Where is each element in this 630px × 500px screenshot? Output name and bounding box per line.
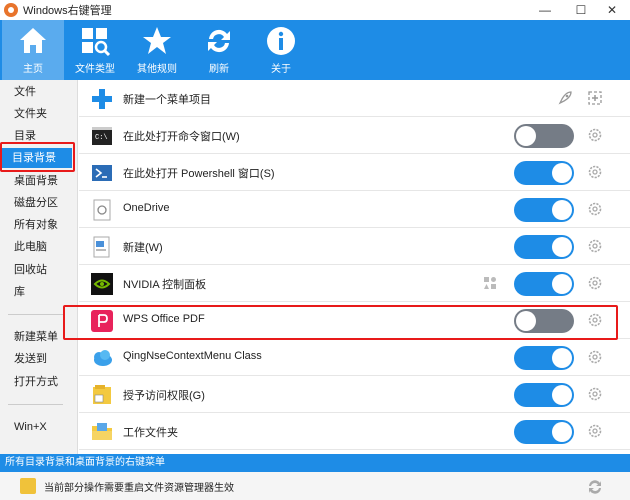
sidebar-item-open-with[interactable]: 打开方式 xyxy=(0,372,78,392)
gear-icon[interactable] xyxy=(587,349,603,365)
share-icon xyxy=(93,385,111,404)
category-sidebar: 文件 文件夹 目录 目录背景 桌面背景 磁盘分区 所有对象 此电脑 回收站 库 … xyxy=(0,80,78,454)
menu-item-toggle[interactable] xyxy=(514,198,574,222)
gear-icon[interactable] xyxy=(587,275,603,291)
toolbar-home-label: 主页 xyxy=(23,64,43,75)
menu-item-row[interactable]: 工作文件夹 xyxy=(79,413,630,450)
sidebar-item-win-x[interactable]: Win+X xyxy=(0,417,78,437)
gear-icon[interactable] xyxy=(587,201,603,217)
sidebar-item-recycle-bin[interactable]: 回收站 xyxy=(0,260,78,280)
toolbar-home-button[interactable]: 主页 xyxy=(2,20,64,80)
menu-item-label: QingNseContextMenu Class xyxy=(123,350,262,362)
menu-item-row[interactable]: 在此处打开 Powershell 窗口(S) xyxy=(79,154,630,191)
menu-items-panel: 新建一个菜单项目 C:\ 在此处打开命令窗口(W) 在此处打开 Powershe… xyxy=(79,80,630,454)
wps-row-highlight xyxy=(63,305,618,340)
onedrive-icon xyxy=(93,199,111,221)
new-icon xyxy=(93,236,110,258)
toggle-knob xyxy=(552,163,572,183)
sidebar-selection-highlight xyxy=(0,142,75,172)
menu-item-toggle[interactable] xyxy=(514,420,574,444)
gear-icon[interactable] xyxy=(587,127,603,143)
toolbar-other-rules-button[interactable]: 其他规则 xyxy=(126,20,188,80)
toolbar-file-types-label: 文件类型 xyxy=(75,64,115,75)
menu-item-row[interactable]: NVIDIA 控制面板 xyxy=(79,265,630,302)
toggle-knob xyxy=(516,126,536,146)
menu-item-row[interactable]: OneDrive xyxy=(79,191,630,228)
restart-notice-text: 当前部分操作需要重启文件资源管理器生效 xyxy=(44,482,234,494)
toggle-knob xyxy=(552,237,572,257)
minimize-button[interactable]: — xyxy=(527,0,563,20)
sidebar-item-folder[interactable]: 文件夹 xyxy=(0,104,78,124)
svg-text:C:\: C:\ xyxy=(95,134,108,142)
sidebar-divider xyxy=(8,314,63,315)
menu-item-label: OneDrive xyxy=(123,202,170,214)
menu-item-toggle[interactable] xyxy=(514,161,574,185)
menu-item-toggle[interactable] xyxy=(514,124,574,148)
powershell-icon xyxy=(92,165,112,181)
app-logo-icon xyxy=(4,3,18,17)
sidebar-item-this-pc[interactable]: 此电脑 xyxy=(0,237,78,257)
cloud-icon xyxy=(94,350,112,366)
home-icon xyxy=(20,28,46,53)
menu-item-row[interactable]: 授予访问权限(G) xyxy=(79,376,630,413)
cmd-icon: C:\ xyxy=(92,127,112,145)
toolbar-refresh-button[interactable]: 刷新 xyxy=(188,20,250,80)
main-toolbar: 主页 文件类型 其他规则 刷新 关于 xyxy=(0,20,630,80)
menu-item-label: 在此处打开 Powershell 窗口(S) xyxy=(123,168,275,180)
menu-item-label: NVIDIA 控制面板 xyxy=(123,279,207,291)
toolbar-about-button[interactable]: 关于 xyxy=(250,20,312,80)
menu-item-label: 工作文件夹 xyxy=(123,427,178,439)
menu-item-row[interactable]: C:\ 在此处打开命令窗口(W) xyxy=(79,117,630,154)
menu-item-row[interactable]: QingNseContextMenu Class xyxy=(79,339,630,376)
star-icon xyxy=(143,27,171,54)
sidebar-item-desktop-background[interactable]: 桌面背景 xyxy=(0,171,78,191)
menu-item-toggle[interactable] xyxy=(514,272,574,296)
menu-item-label: 在此处打开命令窗口(W) xyxy=(123,131,240,143)
toggle-knob xyxy=(552,385,572,405)
toolbar-other-rules-label: 其他规则 xyxy=(137,64,177,75)
sidebar-item-send-to[interactable]: 发送到 xyxy=(0,349,78,369)
plus-icon xyxy=(92,89,112,109)
info-icon xyxy=(267,27,295,55)
status-bar: 所有目录背景和桌面背景的右键菜单 xyxy=(0,454,630,472)
sidebar-divider xyxy=(8,404,63,405)
sidebar-item-library[interactable]: 库 xyxy=(0,282,78,302)
app-window: Windows右键管理 — ☐ ✕ 主页 文件类型 其他规则 刷新 关于 文件 … xyxy=(0,0,630,500)
gear-icon[interactable] xyxy=(587,386,603,402)
menu-item-toggle[interactable] xyxy=(514,235,574,259)
shapes-icon xyxy=(484,277,496,289)
rocket-icon[interactable] xyxy=(557,90,573,106)
menu-item-label: 授予访问权限(G) xyxy=(123,390,205,402)
restart-notice: 当前部分操作需要重启文件资源管理器生效 xyxy=(0,472,630,500)
toggle-knob xyxy=(552,422,572,442)
gear-icon[interactable] xyxy=(587,423,603,439)
menu-item-row[interactable]: 新建(W) xyxy=(79,228,630,265)
toolbar-refresh-label: 刷新 xyxy=(209,64,229,75)
nvidia-icon xyxy=(91,273,113,295)
gear-icon[interactable] xyxy=(587,164,603,180)
new-menu-item-label: 新建一个菜单项目 xyxy=(123,94,211,106)
menu-item-toggle[interactable] xyxy=(514,346,574,370)
gear-icon[interactable] xyxy=(587,238,603,254)
folder-icon xyxy=(92,423,112,440)
sidebar-item-file[interactable]: 文件 xyxy=(0,82,78,102)
toolbar-about-label: 关于 xyxy=(271,64,291,75)
sidebar-item-disk-partition[interactable]: 磁盘分区 xyxy=(0,193,78,213)
toolbar-file-types-button[interactable]: 文件类型 xyxy=(64,20,126,80)
window-title: Windows右键管理 xyxy=(23,5,112,17)
menu-item-label: 新建(W) xyxy=(123,242,163,254)
toggle-knob xyxy=(552,348,572,368)
notice-folder-icon xyxy=(20,478,36,494)
new-menu-item-row[interactable]: 新建一个菜单项目 xyxy=(79,80,630,117)
toggle-knob xyxy=(552,274,572,294)
refresh-icon xyxy=(208,29,230,53)
restart-explorer-icon[interactable] xyxy=(586,478,604,496)
title-bar: Windows右键管理 — ☐ ✕ xyxy=(0,0,630,20)
add-box-icon[interactable] xyxy=(587,90,603,106)
toggle-knob xyxy=(552,200,572,220)
file-types-icon xyxy=(82,28,111,57)
close-button[interactable]: ✕ xyxy=(594,0,630,20)
sidebar-item-all-objects[interactable]: 所有对象 xyxy=(0,215,78,235)
menu-item-toggle[interactable] xyxy=(514,383,574,407)
